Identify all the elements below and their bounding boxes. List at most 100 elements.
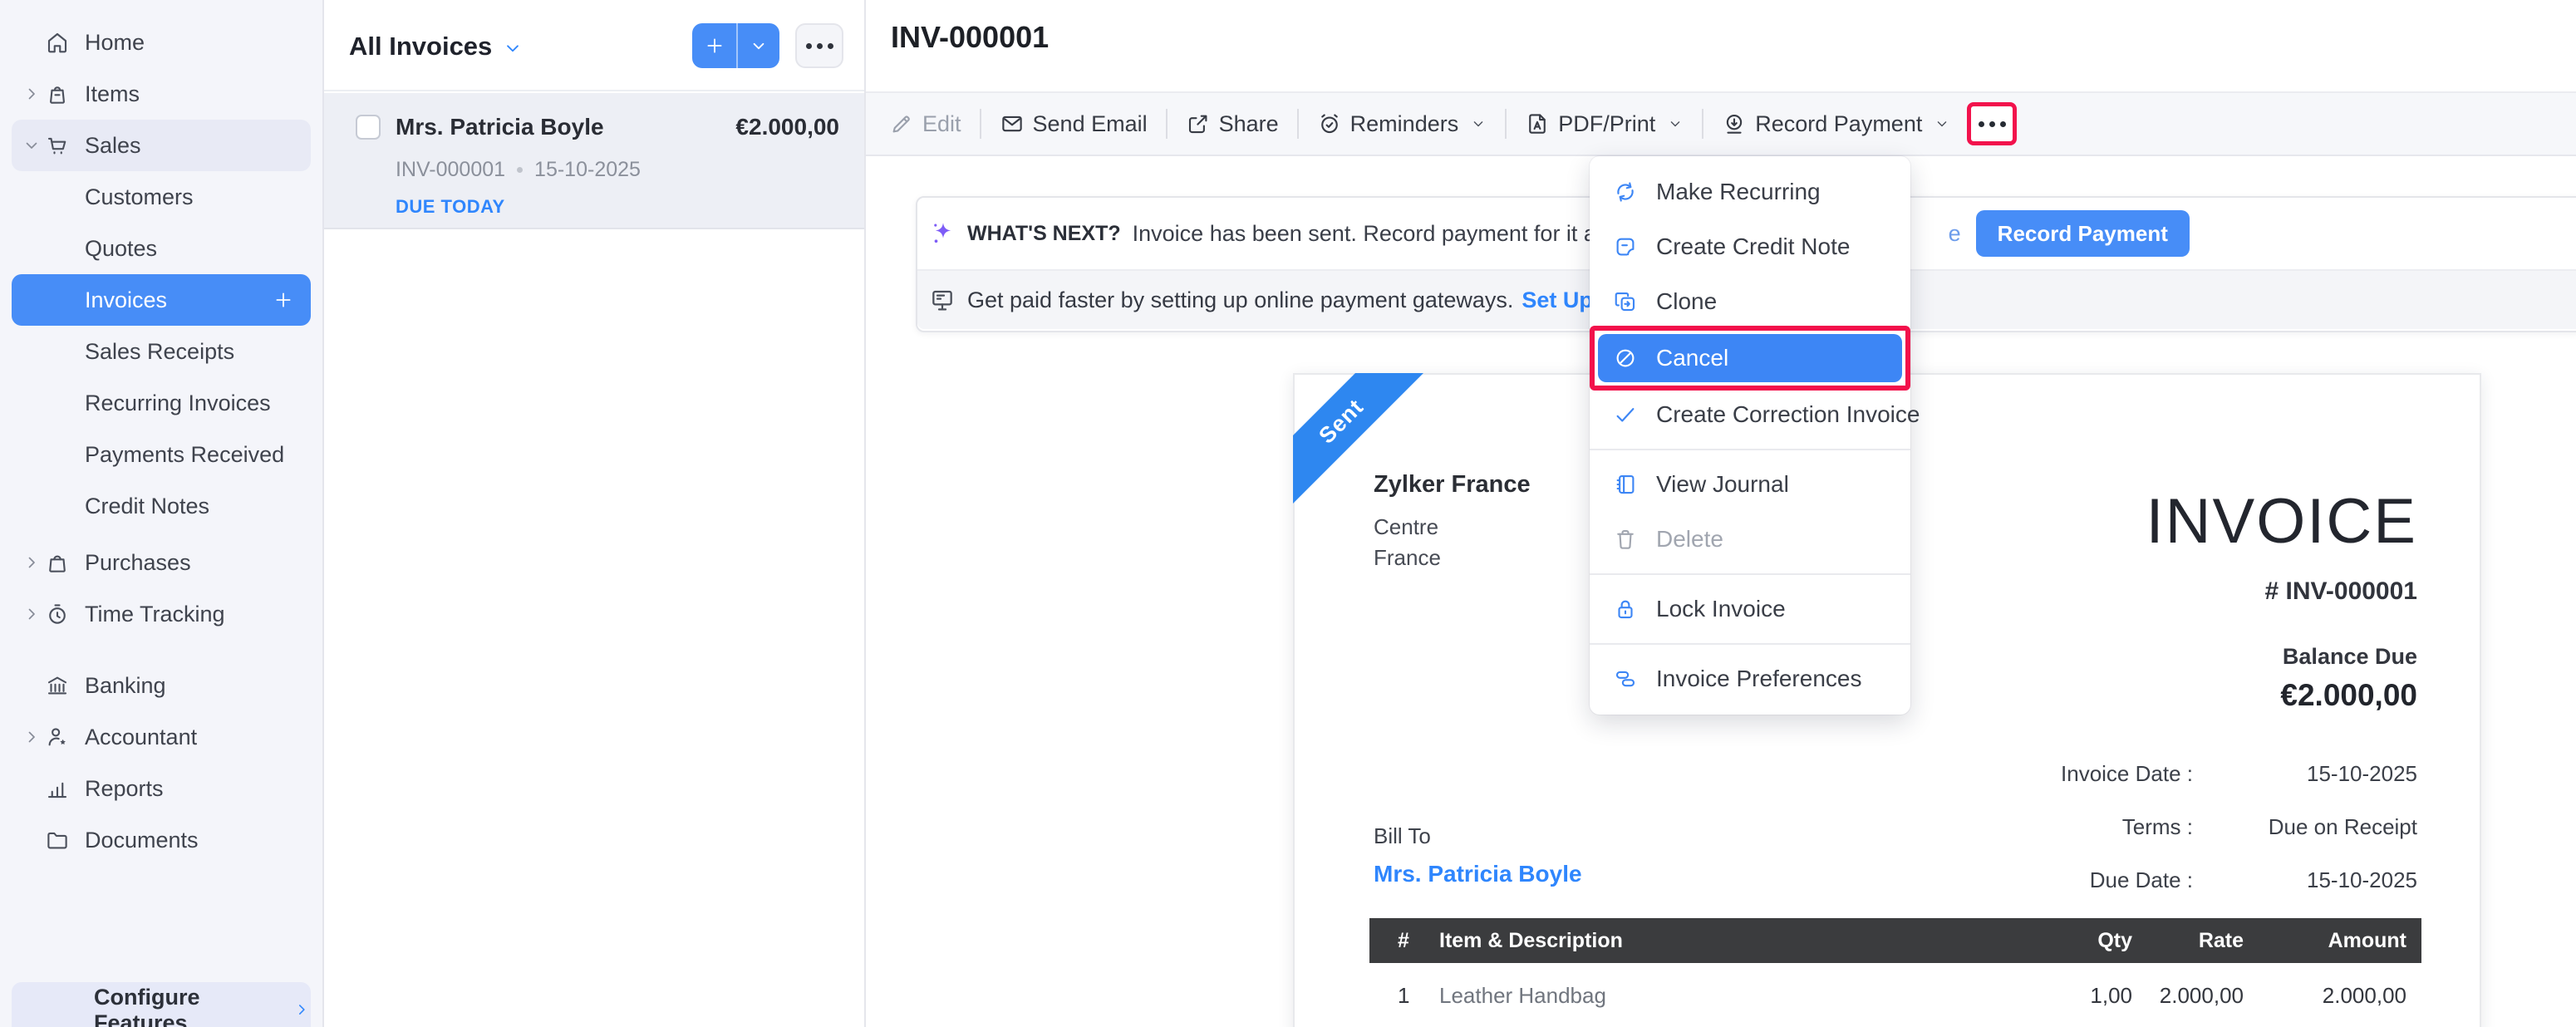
- list-more-button[interactable]: [795, 23, 843, 68]
- sidebar-item-label: Items: [85, 81, 140, 107]
- sidebar-item-customers[interactable]: Customers: [12, 171, 311, 223]
- stopwatch-icon: [45, 602, 70, 627]
- menu-divider: [1590, 643, 1910, 645]
- pencil-icon: [889, 111, 914, 136]
- credit-note-icon: [1613, 234, 1638, 259]
- bar-chart-icon: [45, 776, 70, 801]
- row-checkbox[interactable]: [356, 115, 381, 140]
- list-header: All Invoices: [324, 0, 864, 91]
- bag-icon: [45, 81, 70, 106]
- menu-item-cancel[interactable]: Cancel: [1598, 334, 1902, 382]
- more-actions-button[interactable]: [1967, 102, 2017, 145]
- field-label: Terms :: [2122, 814, 2193, 840]
- sidebar-item-home[interactable]: Home: [12, 17, 311, 68]
- whats-next-label: WHAT'S NEXT?: [967, 222, 1121, 246]
- sidebar-item-credit-notes[interactable]: Credit Notes: [12, 480, 311, 532]
- pdf-print-button[interactable]: PDF/Print: [1525, 111, 1684, 137]
- new-invoice-split-button[interactable]: [692, 23, 779, 68]
- sidebar-item-purchases[interactable]: Purchases: [12, 537, 311, 588]
- sparkle-icon: [929, 219, 957, 248]
- chevron-down-icon: [502, 37, 524, 59]
- sidebar-item-payments-received[interactable]: Payments Received: [12, 429, 311, 480]
- trash-icon: [1613, 527, 1638, 552]
- sidebar-item-sales-receipts[interactable]: Sales Receipts: [12, 326, 311, 377]
- toolbar: Edit Send Email Share Reminders PDF/Prin…: [866, 91, 2576, 156]
- menu-item-create-correction-invoice[interactable]: Create Correction Invoice: [1590, 387, 1910, 442]
- cancel-icon: [1613, 346, 1638, 371]
- clone-icon: [1613, 289, 1638, 314]
- sidebar-item-invoices[interactable]: Invoices: [12, 274, 311, 326]
- menu-item-make-recurring[interactable]: Make Recurring: [1590, 165, 1910, 219]
- table-header: # Item & Description Qty Rate Amount: [1369, 918, 2421, 963]
- cart-icon: [45, 133, 70, 158]
- sidebar-item-sales[interactable]: Sales: [12, 120, 311, 171]
- reminders-button[interactable]: Reminders: [1317, 111, 1487, 137]
- gateway-text: Get paid faster by setting up online pay…: [967, 287, 1513, 313]
- sidebar: Home Items Sales Customers Quotes Invoic…: [0, 0, 324, 1027]
- divider: [1505, 109, 1507, 139]
- menu-item-view-journal[interactable]: View Journal: [1590, 457, 1910, 512]
- line-items-table: # Item & Description Qty Rate Amount 1 L…: [1369, 918, 2421, 1027]
- balance-due-label: Balance Due: [2146, 644, 2418, 670]
- chevron-right-icon: [293, 1000, 311, 1020]
- sidebar-item-quotes[interactable]: Quotes: [12, 223, 311, 274]
- plus-icon[interactable]: [692, 23, 738, 68]
- journal-icon: [1613, 472, 1638, 497]
- invoice-number: # INV-000001: [2146, 577, 2418, 606]
- plus-icon[interactable]: [273, 289, 294, 311]
- company-address-line: Centre: [1374, 512, 1531, 543]
- field-label: Due Date :: [2090, 867, 2193, 893]
- sidebar-item-items[interactable]: Items: [12, 68, 311, 120]
- handbag-icon: [45, 550, 70, 575]
- chevron-down-icon: [1470, 115, 1487, 132]
- bill-to-block: Bill To Mrs. Patricia Boyle: [1374, 823, 1582, 887]
- status-badge: DUE TODAY: [396, 196, 505, 218]
- sidebar-item-documents[interactable]: Documents: [12, 814, 311, 866]
- chevron-right-icon: [22, 604, 42, 624]
- chevron-right-icon: [22, 553, 42, 572]
- customer-name: Mrs. Patricia Boyle: [396, 114, 604, 140]
- edit-button[interactable]: Edit: [889, 111, 961, 137]
- field-value: 15-10-2025: [2193, 761, 2417, 787]
- menu-divider: [1590, 573, 1910, 575]
- sidebar-item-accountant[interactable]: Accountant: [12, 711, 311, 763]
- envelope-icon: [1000, 111, 1025, 136]
- payment-icon: [1722, 111, 1747, 136]
- list-filter-dropdown[interactable]: All Invoices: [349, 32, 524, 61]
- share-button[interactable]: Share: [1186, 111, 1279, 137]
- alarm-icon: [1317, 111, 1342, 136]
- page-title: INV-000001: [891, 20, 1049, 55]
- invoice-list-item[interactable]: Mrs. Patricia Boyle €2.000,00 INV-000001…: [324, 93, 864, 229]
- divider: [1166, 109, 1168, 139]
- chevron-right-icon: [22, 84, 42, 104]
- record-payment-cta-button[interactable]: Record Payment: [1976, 210, 2190, 257]
- bill-to-customer-link[interactable]: Mrs. Patricia Boyle: [1374, 861, 1582, 887]
- sidebar-item-recurring-invoices[interactable]: Recurring Invoices: [12, 377, 311, 429]
- divider: [1702, 109, 1703, 139]
- recurring-icon: [1613, 179, 1638, 204]
- chevron-down-icon[interactable]: [738, 23, 779, 68]
- bank-icon: [45, 673, 70, 698]
- divider: [1297, 109, 1299, 139]
- sidebar-item-time-tracking[interactable]: Time Tracking: [12, 588, 311, 640]
- menu-item-clone[interactable]: Clone: [1590, 274, 1910, 329]
- folder-icon: [45, 828, 70, 853]
- company-name: Zylker France: [1374, 471, 1531, 499]
- menu-item-lock-invoice[interactable]: Lock Invoice: [1590, 582, 1910, 636]
- sidebar-item-reports[interactable]: Reports: [12, 763, 311, 814]
- menu-item-delete[interactable]: Delete: [1590, 512, 1910, 567]
- sidebar-item-banking[interactable]: Banking: [12, 660, 311, 711]
- invoice-amount: €2.000,00: [735, 114, 839, 140]
- send-email-button[interactable]: Send Email: [1000, 111, 1148, 137]
- invoice-header-block: INVOICE # INV-000001 Balance Due €2.000,…: [2146, 375, 2418, 713]
- menu-item-invoice-preferences[interactable]: Invoice Preferences: [1590, 651, 1910, 706]
- sidebar-item-label: Home: [85, 30, 145, 56]
- configure-features-button[interactable]: Configure Features: [12, 982, 311, 1027]
- record-payment-button[interactable]: Record Payment: [1722, 111, 1950, 137]
- menu-divider: [1590, 449, 1910, 450]
- menu-item-create-credit-note[interactable]: Create Credit Note: [1590, 219, 1910, 274]
- dot-separator: [517, 167, 523, 173]
- field-value: 15-10-2025: [2193, 867, 2417, 893]
- truncated-text-fragment: e: [1949, 221, 1961, 247]
- sidebar-item-label: Sales: [85, 133, 141, 159]
